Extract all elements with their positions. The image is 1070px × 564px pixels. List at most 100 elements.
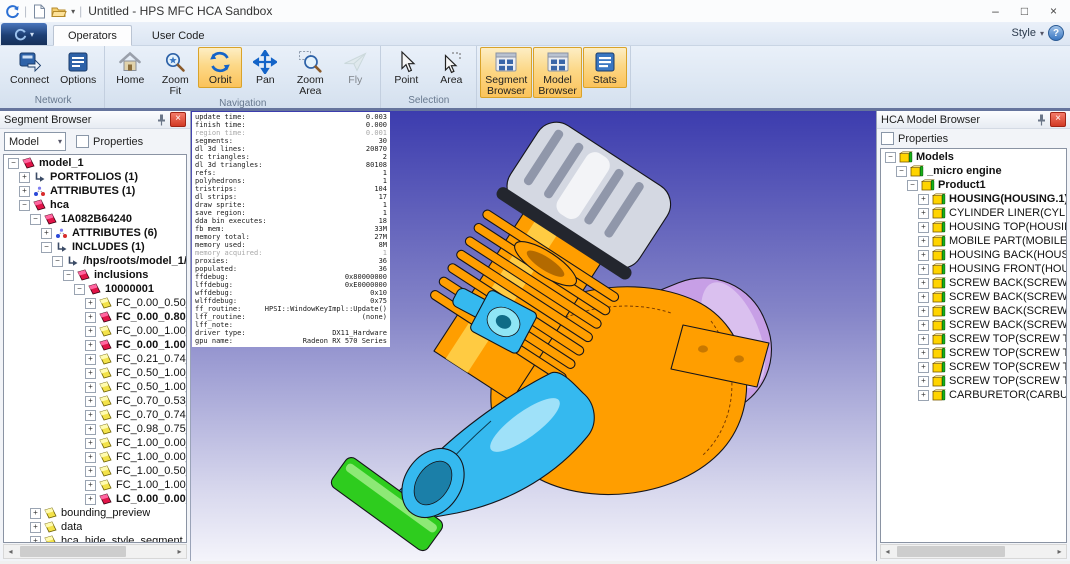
pin-icon[interactable]	[154, 113, 168, 126]
quick-access-dropdown-icon[interactable]: ▾	[71, 7, 75, 16]
tree-item[interactable]: +FC_1.00_0.00_(	[4, 436, 186, 450]
expand-icon[interactable]: +	[85, 438, 96, 449]
tree-item[interactable]: +SCREW BACK(SCREW BACK.3)	[881, 304, 1066, 318]
expand-icon[interactable]: +	[85, 452, 96, 463]
application-menu-button[interactable]: ▾	[1, 23, 47, 45]
tree-item[interactable]: +FC_0.98_0.75_(	[4, 422, 186, 436]
expand-icon[interactable]: +	[19, 186, 30, 197]
expand-icon[interactable]: +	[85, 354, 96, 365]
collapse-icon[interactable]: −	[74, 284, 85, 295]
scroll-left-icon[interactable]: ◂	[881, 547, 894, 556]
tree-item[interactable]: +data	[4, 520, 186, 534]
expand-icon[interactable]: +	[85, 410, 96, 421]
expand-icon[interactable]: +	[85, 466, 96, 477]
tree-item[interactable]: +SCREW BACK(SCREW BACK.2)	[881, 290, 1066, 304]
checkbox-box[interactable]	[76, 135, 89, 148]
scrollbar-thumb[interactable]	[20, 546, 126, 557]
close-icon[interactable]: ×	[1050, 112, 1066, 127]
point-button[interactable]: Point	[384, 47, 428, 88]
expand-icon[interactable]: +	[918, 278, 929, 289]
expand-icon[interactable]: +	[918, 194, 929, 205]
tree-item[interactable]: +SCREW BACK(SCREW BACK.1)	[881, 276, 1066, 290]
tree-item[interactable]: +ATTRIBUTES (1)	[4, 184, 186, 198]
tree-item[interactable]: −Models	[881, 150, 1066, 164]
tree-item[interactable]: +HOUSING TOP(HOUSING TOP.1)	[881, 220, 1066, 234]
tree-item[interactable]: +FC_0.50_1.00_1	[4, 380, 186, 394]
collapse-icon[interactable]: −	[907, 180, 918, 191]
checkbox-box[interactable]	[881, 132, 894, 145]
new-document-icon[interactable]	[30, 2, 48, 20]
collapse-icon[interactable]: −	[885, 152, 896, 163]
tree-item[interactable]: −_micro engine	[881, 164, 1066, 178]
minimize-button[interactable]: –	[981, 1, 1010, 21]
tree-item[interactable]: −/hps/roots/model_1/hca	[4, 254, 186, 268]
tree-item[interactable]: +SCREW TOP(SCREW TOP.3)	[881, 360, 1066, 374]
tree-item[interactable]: +FC_0.00_1.00_	[4, 338, 186, 352]
tree-item[interactable]: +hca_hide_style_segment	[4, 534, 186, 543]
expand-icon[interactable]: +	[918, 306, 929, 317]
close-button[interactable]: ×	[1039, 1, 1068, 21]
style-dropdown[interactable]: Style	[1012, 27, 1036, 39]
collapse-icon[interactable]: −	[19, 200, 30, 211]
expand-icon[interactable]: +	[85, 368, 96, 379]
collapse-icon[interactable]: −	[52, 256, 63, 267]
expand-icon[interactable]: +	[918, 250, 929, 261]
help-icon[interactable]: ?	[1048, 25, 1064, 41]
scroll-right-icon[interactable]: ▸	[173, 547, 186, 556]
tree-item[interactable]: +FC_1.00_0.00_	[4, 450, 186, 464]
tree-item[interactable]: +PORTFOLIOS (1)	[4, 170, 186, 184]
expand-icon[interactable]: +	[85, 326, 96, 337]
expand-icon[interactable]: +	[85, 424, 96, 435]
tree-item[interactable]: +FC_0.00_0.50_1	[4, 296, 186, 310]
tree-item[interactable]: +FC_1.00_1.00_(	[4, 478, 186, 492]
collapse-icon[interactable]: −	[63, 270, 74, 281]
properties-checkbox[interactable]: Properties	[76, 135, 143, 148]
expand-icon[interactable]: +	[85, 298, 96, 309]
segment-browser-button[interactable]: Segment Browser	[480, 47, 532, 98]
expand-icon[interactable]: +	[918, 208, 929, 219]
expand-icon[interactable]: +	[85, 382, 96, 393]
expand-icon[interactable]: +	[918, 362, 929, 373]
tree-item[interactable]: −Product1	[881, 178, 1066, 192]
tree-item[interactable]: +LC_0.00_0.00_	[4, 492, 186, 506]
tree-item[interactable]: +FC_0.00_1.00_(	[4, 324, 186, 338]
expand-icon[interactable]: +	[85, 480, 96, 491]
expand-icon[interactable]: +	[918, 264, 929, 275]
connect-button[interactable]: Connect	[5, 47, 54, 88]
properties-checkbox[interactable]: Properties	[881, 132, 948, 145]
tree-item[interactable]: +SCREW TOP(SCREW TOP.1)	[881, 332, 1066, 346]
tree-item[interactable]: +SCREW TOP(SCREW TOP.4)	[881, 374, 1066, 388]
stats-button[interactable]: Stats	[583, 47, 627, 88]
scrollbar-thumb[interactable]	[897, 546, 1005, 557]
scroll-left-icon[interactable]: ◂	[4, 547, 17, 556]
zoom-area-button[interactable]: Zoom Area	[288, 47, 332, 98]
close-icon[interactable]: ×	[170, 112, 186, 127]
tree-item[interactable]: +HOUSING(HOUSING.1)	[881, 192, 1066, 206]
expand-icon[interactable]: +	[918, 376, 929, 387]
tree-item[interactable]: +HOUSING FRONT(HOUSING FRONT.1)	[881, 262, 1066, 276]
tab-user-code[interactable]: User Code	[138, 26, 219, 45]
collapse-icon[interactable]: −	[41, 242, 52, 253]
scroll-right-icon[interactable]: ▸	[1053, 547, 1066, 556]
orbit-button[interactable]: Orbit	[198, 47, 242, 88]
area-button[interactable]: Area	[429, 47, 473, 88]
tree-item[interactable]: +MOBILE PART(MOBILE PART.1)	[881, 234, 1066, 248]
expand-icon[interactable]: +	[85, 494, 96, 505]
tree-item[interactable]: +HOUSING BACK(HOUSING BACK.1)	[881, 248, 1066, 262]
expand-icon[interactable]: +	[85, 340, 96, 351]
collapse-icon[interactable]: −	[8, 158, 19, 169]
collapse-icon[interactable]: −	[30, 214, 41, 225]
expand-icon[interactable]: +	[19, 172, 30, 183]
expand-icon[interactable]: +	[41, 228, 52, 239]
expand-icon[interactable]: +	[85, 312, 96, 323]
tree-item[interactable]: +FC_0.00_0.80_	[4, 310, 186, 324]
pan-button[interactable]: Pan	[243, 47, 287, 88]
model-browser-button[interactable]: Model Browser	[533, 47, 582, 98]
3d-viewport[interactable]: update time:0.003finish time:0.000region…	[190, 111, 877, 561]
tree-item[interactable]: −hca	[4, 198, 186, 212]
expand-icon[interactable]: +	[30, 508, 41, 519]
tree-item[interactable]: +CARBURETOR(CARBURETOR.1)	[881, 388, 1066, 402]
tree-item[interactable]: −model_1	[4, 156, 186, 170]
maximize-button[interactable]: □	[1010, 1, 1039, 21]
tree-item[interactable]: +SCREW TOP(SCREW TOP.2)	[881, 346, 1066, 360]
